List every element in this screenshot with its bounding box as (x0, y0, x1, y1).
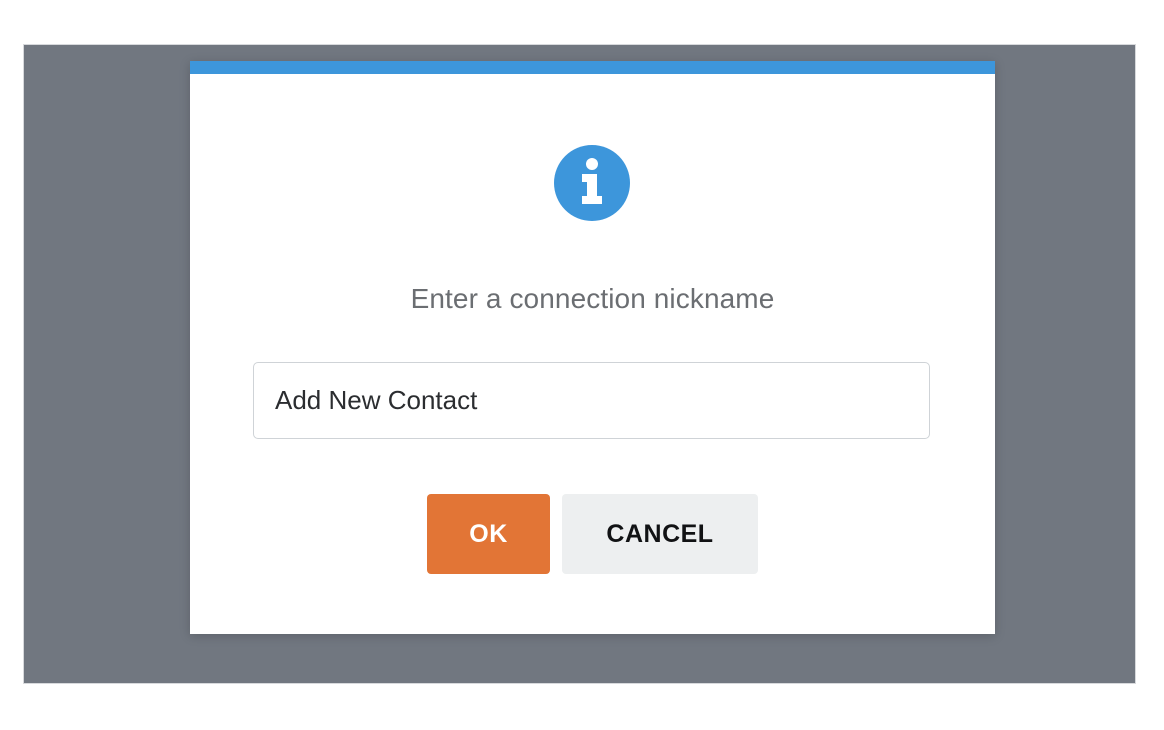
ok-button[interactable]: OK (427, 494, 550, 574)
nickname-dialog: Enter a connection nickname OK CANCEL (190, 61, 995, 634)
dialog-message: Enter a connection nickname (410, 283, 775, 314)
dialog-accent-bar (190, 61, 995, 74)
cancel-button[interactable]: CANCEL (562, 494, 758, 574)
nickname-input[interactable] (253, 362, 930, 439)
info-circle-icon (554, 145, 630, 221)
